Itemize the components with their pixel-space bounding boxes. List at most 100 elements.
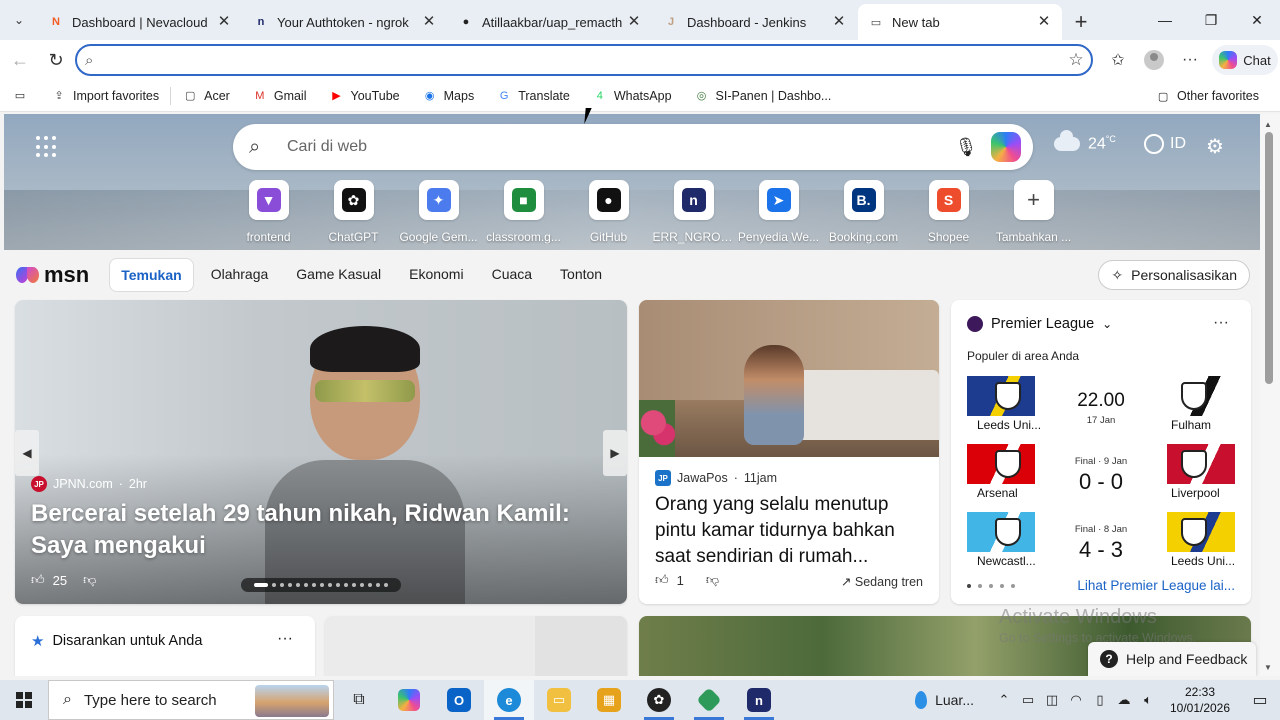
web-search-input[interactable]: [273, 138, 949, 156]
carousel-dot[interactable]: [376, 583, 380, 587]
carousel-dot[interactable]: [296, 583, 300, 587]
carousel-dot[interactable]: [280, 583, 284, 587]
pager-dot[interactable]: [1000, 583, 1004, 588]
feed-tab-1[interactable]: Olahraga: [200, 258, 280, 292]
personalize-button[interactable]: ✧ Personalisasikan: [1098, 260, 1250, 290]
tab-4[interactable]: ▭ New tab ✕: [858, 4, 1062, 40]
favorite-3[interactable]: ▶ YouTube: [318, 82, 411, 110]
copilot-icon[interactable]: [991, 132, 1021, 162]
address-input[interactable]: [93, 52, 1061, 68]
weather-widget[interactable]: 24°C: [1054, 129, 1116, 153]
minimize-button[interactable]: —: [1142, 0, 1188, 40]
volume-icon[interactable]: 🔈︎: [1136, 692, 1160, 708]
pager-dot[interactable]: [967, 583, 971, 588]
close-window-button[interactable]: ✕: [1234, 0, 1280, 40]
feed-tab-5[interactable]: Tonton: [549, 258, 613, 292]
quick-link-6[interactable]: ➤ Penyedia We...: [736, 180, 821, 244]
quick-link-4[interactable]: ● GitHub: [566, 180, 651, 244]
favorite-2[interactable]: M Gmail: [241, 82, 318, 110]
favorites-button[interactable]: ✩: [1100, 44, 1136, 76]
favorite-0[interactable]: ⇪ Import favorites: [40, 82, 170, 110]
carousel-dot[interactable]: [272, 583, 276, 587]
tab-3[interactable]: J Dashboard - Jenkins ✕: [653, 4, 857, 40]
wifi-icon[interactable]: ◠: [1064, 692, 1088, 708]
taskbar-git-app[interactable]: [684, 680, 734, 720]
onedrive-icon[interactable]: ☁: [1112, 692, 1136, 708]
close-icon[interactable]: ✕: [216, 14, 232, 30]
thumbs-up-icon[interactable]: 👍︎: [31, 572, 45, 588]
carousel-dot[interactable]: [328, 583, 332, 587]
thumbs-down-icon[interactable]: 👎︎: [83, 572, 96, 588]
feed-tab-2[interactable]: Game Kasual: [285, 258, 392, 292]
gear-icon[interactable]: ⚙: [1206, 134, 1224, 159]
carousel-prev-button[interactable]: ◀: [15, 430, 39, 476]
tab-2[interactable]: ● Atillaakbar/uap_remacth ✕: [448, 4, 652, 40]
apps-launcher-icon[interactable]: [36, 136, 58, 158]
carousel-dot[interactable]: [312, 583, 316, 587]
feed-tab-3[interactable]: Ekonomi: [398, 258, 474, 292]
usb-icon[interactable]: ▯: [1088, 692, 1112, 708]
address-bar[interactable]: ⌕ ☆: [75, 44, 1093, 76]
back-button[interactable]: ←: [2, 44, 38, 76]
match-row[interactable]: Arsenal Final · 9 Jan 0 - 0 Liverpool: [967, 444, 1235, 502]
other-favorites[interactable]: ▢ Other favorites: [1144, 82, 1270, 110]
carousel-dot[interactable]: [344, 583, 348, 587]
hero-news-card[interactable]: ◀ ▶ JP JPNN.com · 2hr Bercerai setelah 2…: [15, 300, 627, 604]
close-icon[interactable]: ✕: [421, 14, 437, 30]
favorite-6[interactable]: 4 WhatsApp: [581, 82, 683, 110]
taskbar-edge[interactable]: e: [484, 680, 534, 720]
match-row[interactable]: Newcastl... Final · 8 Jan 4 - 3 Leeds Uni..…: [967, 512, 1235, 570]
carousel-dot[interactable]: [368, 583, 372, 587]
taskbar-file-explorer[interactable]: ▭: [534, 680, 584, 720]
language-selector[interactable]: ID: [1144, 134, 1186, 154]
new-tab-button[interactable]: +: [1063, 4, 1099, 40]
news-headline[interactable]: Orang yang selalu menutup pintu kamar ti…: [655, 492, 927, 570]
taskbar-store[interactable]: ▦: [584, 680, 634, 720]
quick-link-7[interactable]: B. Booking.com: [821, 180, 906, 244]
close-icon[interactable]: ✕: [831, 14, 847, 30]
quick-link-5[interactable]: n ERR_NGROK...: [651, 180, 736, 244]
copilot-chat-button[interactable]: Chat: [1212, 45, 1278, 75]
favorite-1[interactable]: ▢ Acer: [171, 82, 241, 110]
tab-list-button[interactable]: ▭: [0, 82, 40, 110]
settings-more-button[interactable]: ···: [1172, 44, 1208, 76]
favorite-4[interactable]: ◉ Maps: [411, 82, 486, 110]
pager-dot[interactable]: [1011, 583, 1015, 588]
help-feedback-button[interactable]: ? Help and Feedback: [1088, 642, 1256, 676]
profile-button[interactable]: [1136, 44, 1172, 76]
carousel-dot[interactable]: [320, 583, 324, 587]
scroll-down-icon[interactable]: ▼: [1264, 663, 1272, 672]
see-more-league-link[interactable]: Lihat Premier League lai...: [1077, 578, 1235, 593]
carousel-dot[interactable]: [254, 583, 268, 587]
page-scrollbar[interactable]: ▲ ▼: [1260, 114, 1280, 676]
restore-button[interactable]: ❐: [1188, 0, 1234, 40]
favorite-5[interactable]: G Translate: [485, 82, 581, 110]
msn-logo[interactable]: msn: [16, 262, 89, 288]
carousel-dot[interactable]: [288, 583, 292, 587]
carousel-dot[interactable]: [360, 583, 364, 587]
carousel-dot[interactable]: [384, 583, 388, 587]
feed-tab-0[interactable]: Temukan: [109, 258, 194, 292]
camera-icon[interactable]: ◫: [1040, 692, 1064, 708]
taskbar-outlook[interactable]: O: [434, 680, 484, 720]
microphone-icon[interactable]: 🎙: [949, 137, 983, 158]
taskbar-chatgpt[interactable]: ✿: [634, 680, 684, 720]
quick-link-3[interactable]: ■ classroom.g...: [481, 180, 566, 244]
pager-dot[interactable]: [978, 583, 982, 588]
notification-center-button[interactable]: ▭: [1240, 680, 1280, 720]
carousel-dot[interactable]: [352, 583, 356, 587]
refresh-button[interactable]: ↻: [38, 44, 74, 76]
task-view-button[interactable]: ⧉: [334, 680, 384, 720]
match-row[interactable]: Leeds Uni... 22.00 17 Jan Fulham: [967, 376, 1235, 434]
quick-link-0[interactable]: ▼ frontend: [226, 180, 311, 244]
taskbar-ngrok[interactable]: n: [734, 680, 784, 720]
scrollbar-thumb[interactable]: [1265, 132, 1273, 384]
thumbs-up-icon[interactable]: 👍︎: [655, 572, 669, 588]
news-card[interactable]: JP JawaPos · 11jam Orang yang selalu men…: [639, 300, 939, 604]
start-button[interactable]: [0, 680, 48, 720]
chevron-up-icon[interactable]: ⌃: [992, 692, 1016, 708]
more-options-icon[interactable]: ···: [277, 630, 293, 648]
carousel-dot[interactable]: [336, 583, 340, 587]
tab-0[interactable]: N Dashboard | Nevacloud ✕: [38, 4, 242, 40]
taskbar-weather[interactable]: Luar...: [915, 691, 974, 709]
